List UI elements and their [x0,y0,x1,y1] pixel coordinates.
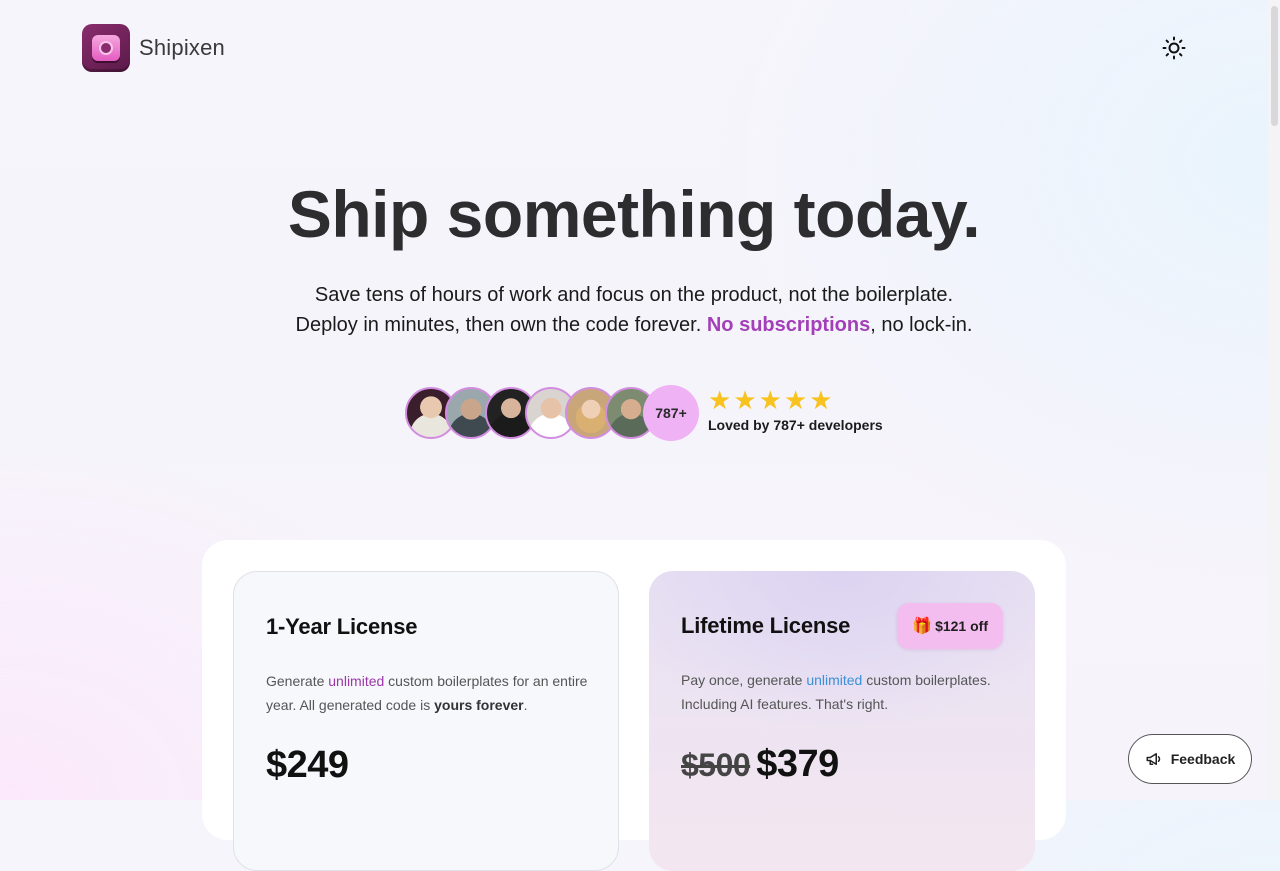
logo[interactable]: Shipixen [82,24,225,72]
hero-headline: Ship something today. [287,177,981,251]
feedback-button[interactable]: Feedback [1128,734,1252,784]
avatar-group: 787+ [405,385,699,441]
star-icon: ★ [758,385,782,415]
theme-toggle-button[interactable] [1160,34,1188,62]
feedback-label: Feedback [1170,751,1236,767]
rating: ★ ★ ★ ★ ★ Loved by 787+ developers [708,387,883,433]
old-price: $500 [681,747,751,783]
loved-by-text: Loved by 787+ developers [708,417,883,433]
brand-name: Shipixen [139,35,225,60]
sun-icon [1162,36,1186,60]
subtitle-text-end: , no lock-in. [870,314,973,336]
hero-subtitle-line-2: Deploy in minutes, then own the code for… [0,314,1268,337]
subtitle-text: Deploy in minutes, then own the code for… [295,314,707,336]
developer-count-badge: 787+ [643,385,699,441]
scrollbar-thumb[interactable] [1271,6,1278,126]
scrollbar[interactable] [1268,0,1280,800]
star-icon: ★ [783,385,808,415]
star-rating: ★ ★ ★ ★ ★ [708,387,883,413]
card-description: Pay once, generate unlimited custom boil… [681,672,991,712]
star-icon: ★ [733,385,757,415]
pricing-section: 1-Year License Generate unlimited custom… [202,540,1066,871]
megaphone-icon [1146,753,1160,765]
card-description: Generate unlimited custom boilerplates f… [266,673,588,713]
discount-badge: 🎁 $121 off [897,603,1003,649]
card-price: $500 $379 [681,743,839,786]
no-subscriptions-highlight: No subscriptions [706,314,871,336]
star-icon: ★ [809,385,833,415]
gift-icon: 🎁 [912,618,933,635]
star-icon: ★ [708,385,732,415]
social-proof: 787+ ★ ★ ★ ★ ★ Loved by 787+ developers [405,385,883,441]
card-title: Lifetime License [681,613,851,638]
pricing-card-lifetime[interactable]: Lifetime License 🎁 $121 off Pay once, gen… [649,571,1035,871]
logo-icon [82,24,130,72]
new-price: $379 [756,743,839,785]
hero-subtitle-line-1: Save tens of hours of work and focus on … [314,284,954,306]
card-price: $249 [266,744,349,786]
pricing-card-1-year[interactable]: 1-Year License Generate unlimited custom… [233,571,619,871]
card-title: 1-Year License [266,614,418,639]
